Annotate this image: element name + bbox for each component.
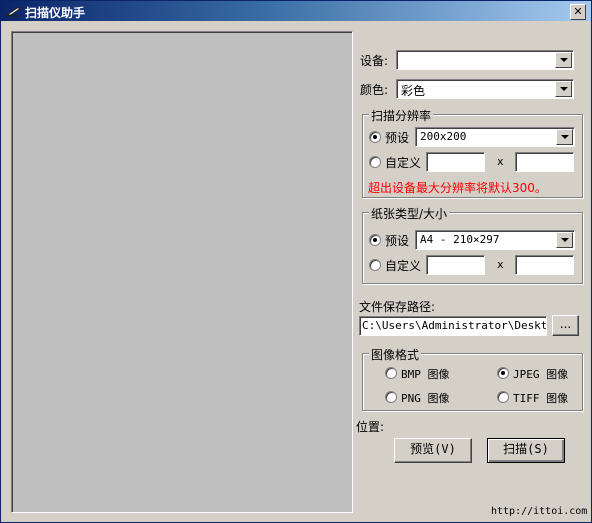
resolution-width-input[interactable] — [426, 152, 485, 172]
preview-button[interactable]: 预览(V) — [394, 438, 472, 463]
paper-custom-radio[interactable] — [369, 259, 381, 271]
times-sign: x — [497, 258, 504, 271]
format-bmp-label[interactable]: BMP 图像 — [401, 366, 450, 382]
paper-preset-select[interactable]: A4 - 210×297 — [415, 230, 575, 250]
format-png-radio[interactable] — [385, 391, 397, 403]
close-button[interactable]: ✕ — [570, 4, 586, 20]
format-jpeg-radio[interactable] — [497, 367, 509, 379]
window-title: 扫描仪助手 — [25, 6, 86, 20]
browse-button[interactable]: ... — [552, 315, 579, 336]
format-png-label[interactable]: PNG 图像 — [401, 390, 450, 406]
position-label: 位置: — [356, 420, 385, 434]
device-label: 设备: — [360, 54, 389, 68]
chevron-down-icon[interactable] — [556, 129, 573, 145]
device-select[interactable] — [396, 50, 574, 70]
paper-width-input[interactable] — [426, 255, 485, 275]
resolution-preset-select[interactable]: 200x200 — [415, 127, 575, 147]
scanner-assistant-window: 扫描仪助手 ✕ 设备: 颜色: 彩色 扫描分辨率 预设 200x200 自定义 … — [0, 0, 592, 523]
paper-preset-value: A4 - 210×297 — [420, 233, 500, 246]
format-jpeg-label[interactable]: JPEG 图像 — [513, 366, 568, 382]
paper-group-title: 纸张类型/大小 — [369, 205, 450, 222]
format-tiff-radio[interactable] — [497, 391, 509, 403]
resolution-preset-radio[interactable] — [369, 131, 381, 143]
color-value: 彩色 — [401, 84, 426, 98]
resolution-custom-label[interactable]: 自定义 — [385, 154, 421, 171]
paper-custom-label[interactable]: 自定义 — [385, 257, 421, 274]
paper-preset-label[interactable]: 预设 — [385, 232, 409, 249]
save-path-input[interactable]: C:\Users\Administrator\Desktop — [359, 316, 547, 336]
save-path-value: C:\Users\Administrator\Desktop — [362, 319, 547, 332]
resolution-warning: 超出设备最大分辨率将默认300。 — [368, 181, 547, 195]
chevron-down-icon[interactable] — [556, 232, 573, 248]
scan-button[interactable]: 扫描(S) — [487, 438, 565, 463]
resolution-custom-radio[interactable] — [369, 156, 381, 168]
chevron-down-icon[interactable] — [555, 81, 572, 97]
save-path-label: 文件保存路径: — [359, 300, 436, 314]
resolution-group-title: 扫描分辨率 — [369, 107, 434, 124]
title-bar[interactable]: 扫描仪助手 ✕ — [1, 1, 591, 21]
resolution-preset-label[interactable]: 预设 — [385, 129, 409, 146]
resolution-height-input[interactable] — [515, 152, 574, 172]
color-select[interactable]: 彩色 — [396, 79, 574, 99]
times-sign: x — [497, 155, 504, 168]
scan-preview-area — [11, 31, 353, 513]
footer-url: http://ittoi.com — [491, 506, 588, 517]
paper-height-input[interactable] — [515, 255, 574, 275]
format-bmp-radio[interactable] — [385, 367, 397, 379]
image-format-group-title: 图像格式 — [369, 346, 422, 363]
paper-preset-radio[interactable] — [369, 234, 381, 246]
scanner-icon — [6, 7, 22, 17]
chevron-down-icon[interactable] — [555, 52, 572, 68]
format-tiff-label[interactable]: TIFF 图像 — [513, 390, 568, 406]
resolution-preset-value: 200x200 — [420, 130, 467, 143]
color-label: 颜色: — [360, 83, 389, 97]
